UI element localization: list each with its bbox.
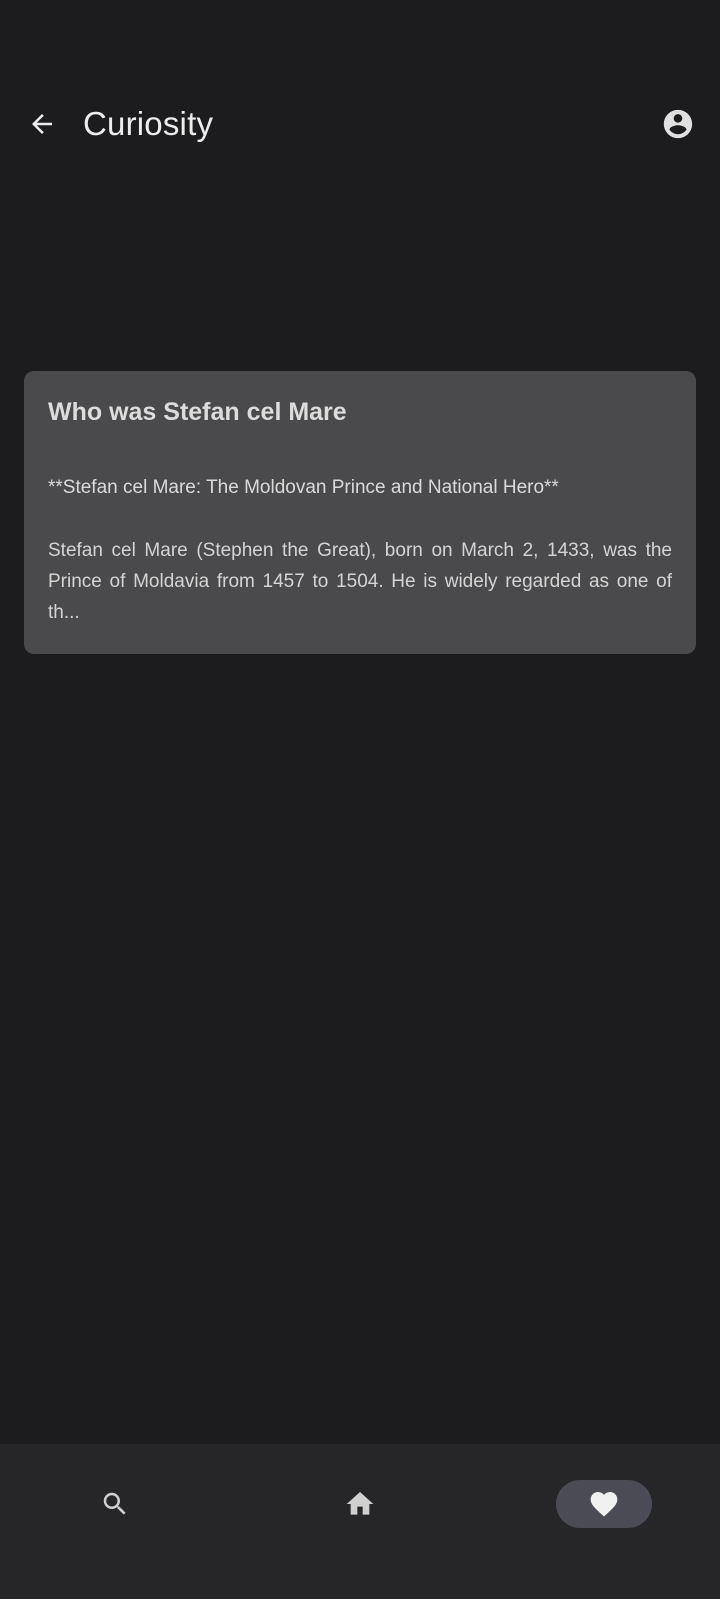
curiosity-screen: Curiosity Who was Stefan cel Mare **Stef… <box>0 0 720 1599</box>
card-subtitle: **Stefan cel Mare: The Moldovan Prince a… <box>48 477 559 498</box>
card-title: Who was Stefan cel Mare <box>48 398 347 426</box>
search-icon <box>103 1492 126 1515</box>
account-button[interactable] <box>658 104 698 144</box>
back-button[interactable] <box>20 102 64 146</box>
top-app-bar: Curiosity <box>0 90 720 162</box>
nav-home-button[interactable] <box>312 1480 408 1528</box>
account-circle-icon <box>663 109 693 139</box>
curiosity-card[interactable]: Who was Stefan cel Mare **Stefan cel Mar… <box>24 371 696 654</box>
bottom-navigation-bar <box>0 1444 720 1599</box>
home-icon <box>346 1492 374 1515</box>
heart-icon <box>590 1492 618 1517</box>
arrow-back-icon <box>32 114 52 134</box>
card-body: Stefan cel Mare (Stephen the Great), bor… <box>48 540 672 623</box>
page-title: Curiosity <box>83 105 214 142</box>
nav-favorites-button[interactable] <box>556 1480 652 1528</box>
nav-search-button[interactable] <box>67 1480 163 1528</box>
